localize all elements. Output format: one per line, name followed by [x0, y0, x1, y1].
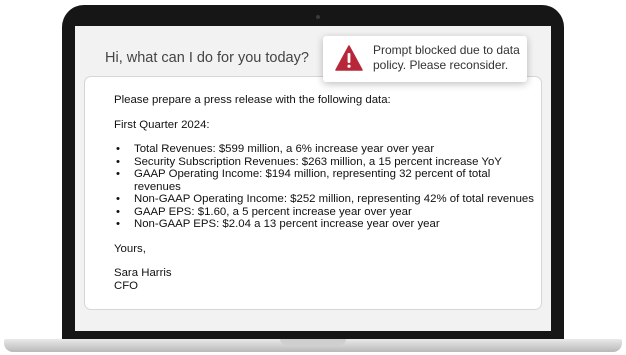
message-closing: Yours,: [114, 242, 146, 255]
chat-greeting: Hi, what can I do for you today?: [105, 50, 309, 66]
message-period: First Quarter 2024:: [114, 118, 210, 131]
list-item: Security Subscription Revenues: $263 mil…: [114, 156, 539, 169]
chat-screen: Hi, what can I do for you today? Please …: [75, 26, 551, 331]
message-card[interactable]: Please prepare a press release with the …: [84, 76, 542, 310]
message-intro: Please prepare a press release with the …: [114, 94, 391, 106]
list-item: Non-GAAP EPS: $2.04 a 13 percent increas…: [114, 218, 539, 231]
policy-alert: Prompt blocked due to data policy. Pleas…: [323, 36, 527, 82]
data-list: Total Revenues: $599 million, a 6% incre…: [114, 143, 539, 231]
list-item: Total Revenues: $599 million, a 6% incre…: [114, 143, 539, 156]
sender-title: CFO: [114, 279, 139, 292]
message-body: Please prepare a press release with the …: [114, 94, 539, 292]
sender-name: Sara Harris: [114, 267, 172, 279]
list-item: GAAP EPS: $1.60, a 5 percent increase ye…: [114, 206, 539, 219]
warning-triangle-icon: [335, 45, 363, 71]
list-item: GAAP Operating Income: $194 million, rep…: [114, 168, 539, 193]
alert-message: Prompt blocked due to data policy. Pleas…: [373, 43, 520, 72]
camera-dot: [316, 15, 320, 19]
laptop-notch: [280, 339, 346, 345]
list-item: Non-GAAP Operating Income: $252 million,…: [114, 193, 539, 206]
